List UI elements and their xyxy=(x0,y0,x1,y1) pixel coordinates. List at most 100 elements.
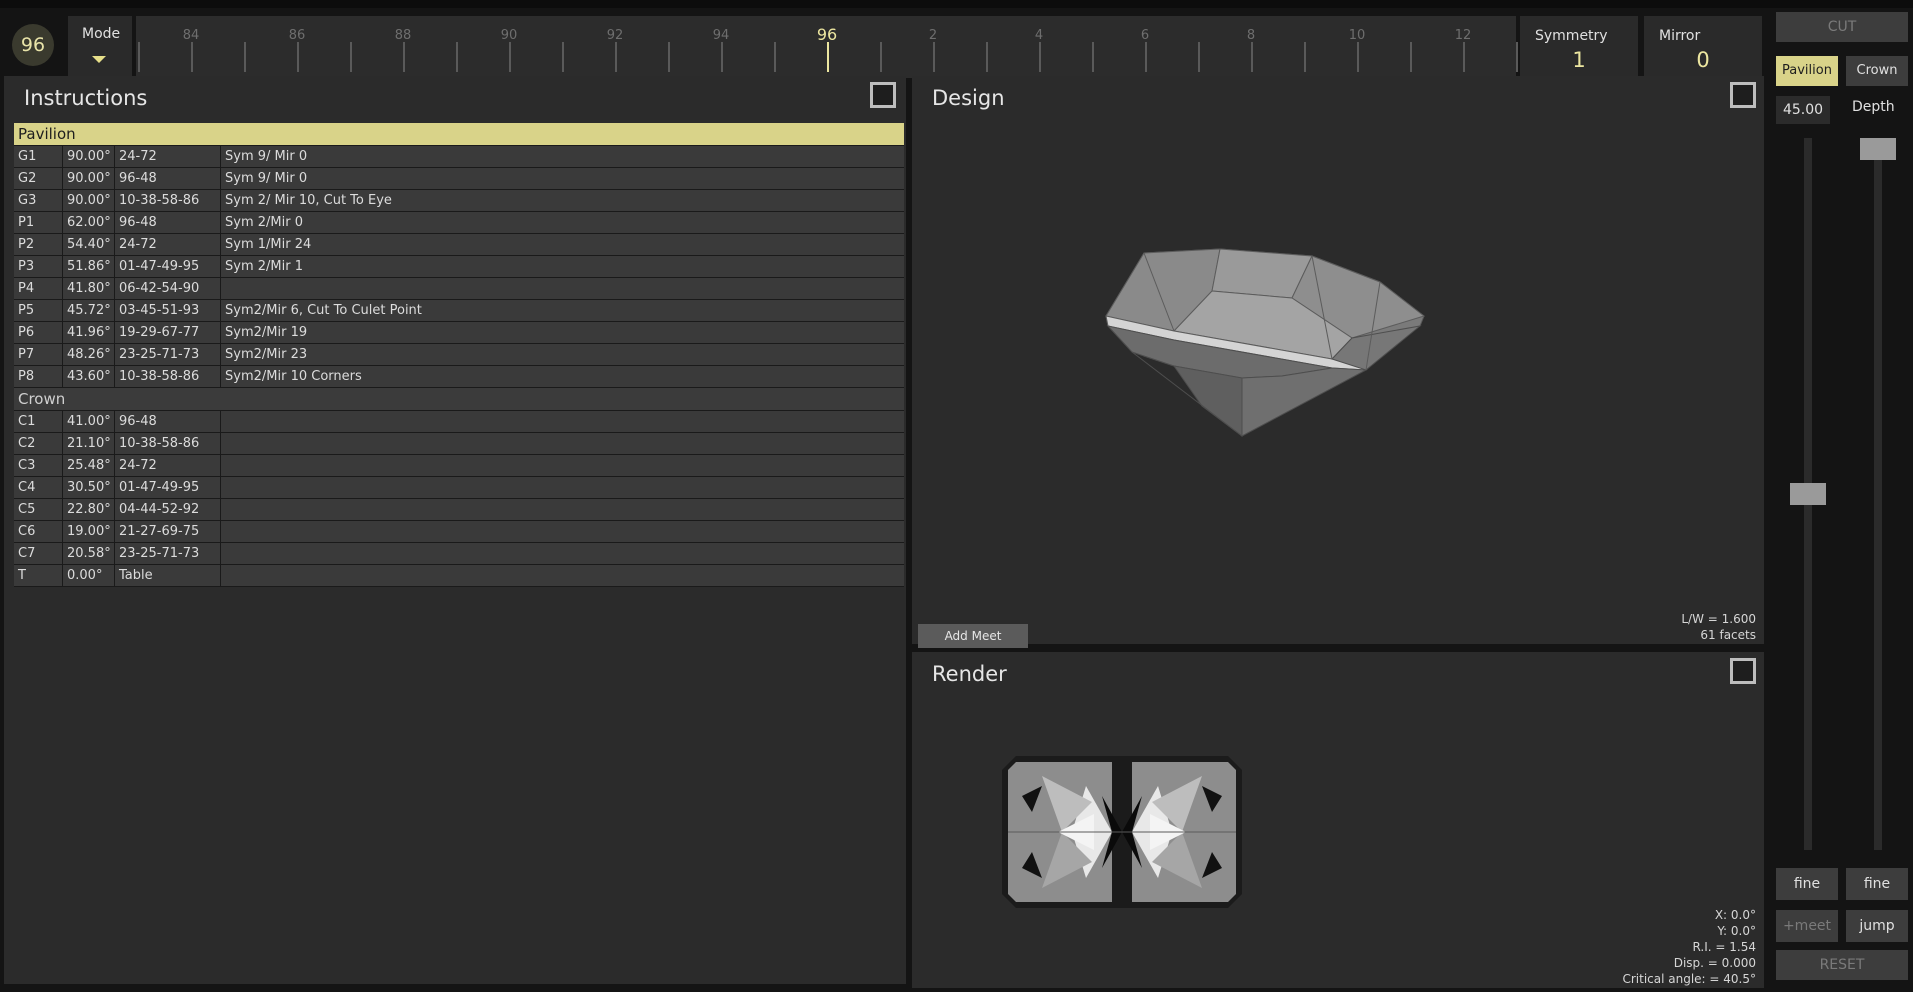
table-row[interactable]: C7 20.58° 23-25-71-73 xyxy=(14,543,904,565)
facet-name-cell: P3 xyxy=(14,256,63,277)
facet-index-cell: 96-48 xyxy=(115,411,221,432)
facet-index-cell: 03-45-51-93 xyxy=(115,300,221,321)
depth-slider-track[interactable] xyxy=(1860,138,1896,850)
ruler-tick xyxy=(668,42,670,72)
facet-angle-cell: 0.00° xyxy=(63,565,115,586)
meet-button[interactable]: +meet xyxy=(1776,910,1838,942)
facet-angle-cell: 62.00° xyxy=(63,212,115,233)
ruler-tick xyxy=(1039,42,1041,72)
facet-angle-cell: 43.60° xyxy=(63,366,115,387)
facet-count: 61 facets xyxy=(1700,628,1756,642)
current-index-badge: 96 xyxy=(12,24,54,66)
facet-index-cell: 10-38-58-86 xyxy=(115,366,221,387)
facet-note-cell xyxy=(221,278,904,299)
facet-note-cell: Sym 9/ Mir 0 xyxy=(221,168,904,189)
add-meet-button[interactable]: Add Meet xyxy=(918,624,1028,648)
facet-angle-cell: 19.00° xyxy=(63,521,115,542)
facet-index-cell: 01-47-49-95 xyxy=(115,256,221,277)
section-header-pavilion[interactable]: Pavilion xyxy=(14,123,904,146)
table-row[interactable]: P1 62.00° 96-48 Sym 2/Mir 0 xyxy=(14,212,904,234)
table-row[interactable]: C4 30.50° 01-47-49-95 xyxy=(14,477,904,499)
ruler-label: 2 xyxy=(928,28,938,43)
ruler-tick xyxy=(403,42,405,72)
design-panel: Design Add Meet L/W = 1.600 61 facets xyxy=(912,76,1764,648)
table-row[interactable]: P8 43.60° 10-38-58-86 Sym2/Mir 10 Corners xyxy=(14,366,904,388)
table-row[interactable]: C3 25.48° 24-72 xyxy=(14,455,904,477)
facet-note-cell xyxy=(221,521,904,542)
mirror-field[interactable]: Mirror 0 xyxy=(1644,16,1762,78)
facet-name-cell: G1 xyxy=(14,146,63,167)
gem-render-image[interactable] xyxy=(1002,756,1242,908)
ruler-label: 10 xyxy=(1348,28,1366,43)
symmetry-field[interactable]: Symmetry 1 xyxy=(1520,16,1638,78)
ruler-tick xyxy=(774,42,776,72)
facet-note-cell xyxy=(221,499,904,520)
table-row[interactable]: G3 90.00° 10-38-58-86 Sym 2/ Mir 10, Cut To… xyxy=(14,190,904,212)
table-row[interactable]: P3 51.86° 01-47-49-95 Sym 2/Mir 1 xyxy=(14,256,904,278)
depth-slider-thumb[interactable] xyxy=(1860,138,1896,160)
table-row[interactable]: G1 90.00° 24-72 Sym 9/ Mir 0 xyxy=(14,146,904,168)
pavilion-tab[interactable]: Pavilion xyxy=(1776,56,1838,86)
render-y-angle: Y: 0.0° xyxy=(1717,924,1756,938)
ruler-tick xyxy=(986,42,988,72)
mirror-label: Mirror xyxy=(1659,28,1701,44)
table-row[interactable]: P6 41.96° 19-29-67-77 Sym2/Mir 19 xyxy=(14,322,904,344)
ruler-label: 88 xyxy=(394,28,412,43)
table-row[interactable]: P7 48.26° 23-25-71-73 Sym2/Mir 23 xyxy=(14,344,904,366)
table-row[interactable]: T 0.00° Table xyxy=(14,565,904,587)
dispersion: Disp. = 0.000 xyxy=(1673,956,1756,970)
facet-name-cell: P1 xyxy=(14,212,63,233)
facet-index-cell: 01-47-49-95 xyxy=(115,477,221,498)
table-row[interactable]: C1 41.00° 96-48 xyxy=(14,411,904,433)
facet-index-cell: 21-27-69-75 xyxy=(115,521,221,542)
table-row[interactable]: P5 45.72° 03-45-51-93 Sym2/Mir 6, Cut To Cu… xyxy=(14,300,904,322)
table-row[interactable]: C5 22.80° 04-44-52-92 xyxy=(14,499,904,521)
ruler-label: 6 xyxy=(1140,28,1150,43)
facet-name-cell: P6 xyxy=(14,322,63,343)
ruler-label: 90 xyxy=(500,28,518,43)
facet-note-cell xyxy=(221,433,904,454)
render-expand-toggle[interactable] xyxy=(1730,658,1756,684)
depth-label: Depth xyxy=(1852,99,1895,115)
instructions-expand-toggle[interactable] xyxy=(870,82,896,108)
reset-button[interactable]: RESET xyxy=(1776,950,1908,980)
crown-tab[interactable]: Crown xyxy=(1846,56,1908,86)
mode-label: Mode xyxy=(82,26,121,42)
jump-button[interactable]: jump xyxy=(1846,910,1908,942)
facet-index-cell: 19-29-67-77 xyxy=(115,322,221,343)
table-row[interactable]: C6 19.00° 21-27-69-75 xyxy=(14,521,904,543)
facet-index-cell: 23-25-71-73 xyxy=(115,543,221,564)
facet-index-cell: 23-25-71-73 xyxy=(115,344,221,365)
mode-dropdown[interactable]: Mode xyxy=(68,16,132,78)
table-row[interactable]: P4 41.80° 06-42-54-90 xyxy=(14,278,904,300)
index-ruler[interactable]: 84 86 88 90 92 94 96 2 4 6 8 10 12 xyxy=(136,16,1518,78)
render-title: Render xyxy=(932,662,1007,686)
ruler-tick xyxy=(880,42,882,72)
section-header-crown[interactable]: Crown xyxy=(14,388,904,411)
gem-3d-model[interactable] xyxy=(912,76,1764,644)
fine-depth-button[interactable]: fine xyxy=(1846,868,1908,900)
instructions-panel: Instructions Pavilion G1 90.00° 24-72 Sym 9/… xyxy=(4,76,906,984)
ruler-tick xyxy=(456,42,458,72)
critical-angle: Critical angle: = 40.5° xyxy=(1622,972,1756,986)
ruler-label: 94 xyxy=(712,28,730,43)
facet-note-cell: Sym 2/Mir 1 xyxy=(221,256,904,277)
facet-name-cell: C2 xyxy=(14,433,63,454)
table-row[interactable]: C2 21.10° 10-38-58-86 xyxy=(14,433,904,455)
facet-note-cell: Sym 2/Mir 0 xyxy=(221,212,904,233)
facet-index-cell: 24-72 xyxy=(115,455,221,476)
facet-name-cell: P5 xyxy=(14,300,63,321)
ruler-tick xyxy=(244,42,246,72)
fine-angle-button[interactable]: fine xyxy=(1776,868,1838,900)
angle-slider-track[interactable] xyxy=(1790,138,1826,850)
table-row[interactable]: G2 90.00° 96-48 Sym 9/ Mir 0 xyxy=(14,168,904,190)
angle-value-field[interactable]: 45.00 xyxy=(1776,96,1830,124)
lw-ratio: L/W = 1.600 xyxy=(1681,612,1756,626)
facet-angle-cell: 25.48° xyxy=(63,455,115,476)
cut-button[interactable]: CUT xyxy=(1776,12,1908,42)
table-row[interactable]: P2 54.40° 24-72 Sym 1/Mir 24 xyxy=(14,234,904,256)
facet-note-cell xyxy=(221,543,904,564)
ruler-tick xyxy=(615,42,617,72)
angle-slider-thumb[interactable] xyxy=(1790,483,1826,505)
facet-name-cell: G2 xyxy=(14,168,63,189)
